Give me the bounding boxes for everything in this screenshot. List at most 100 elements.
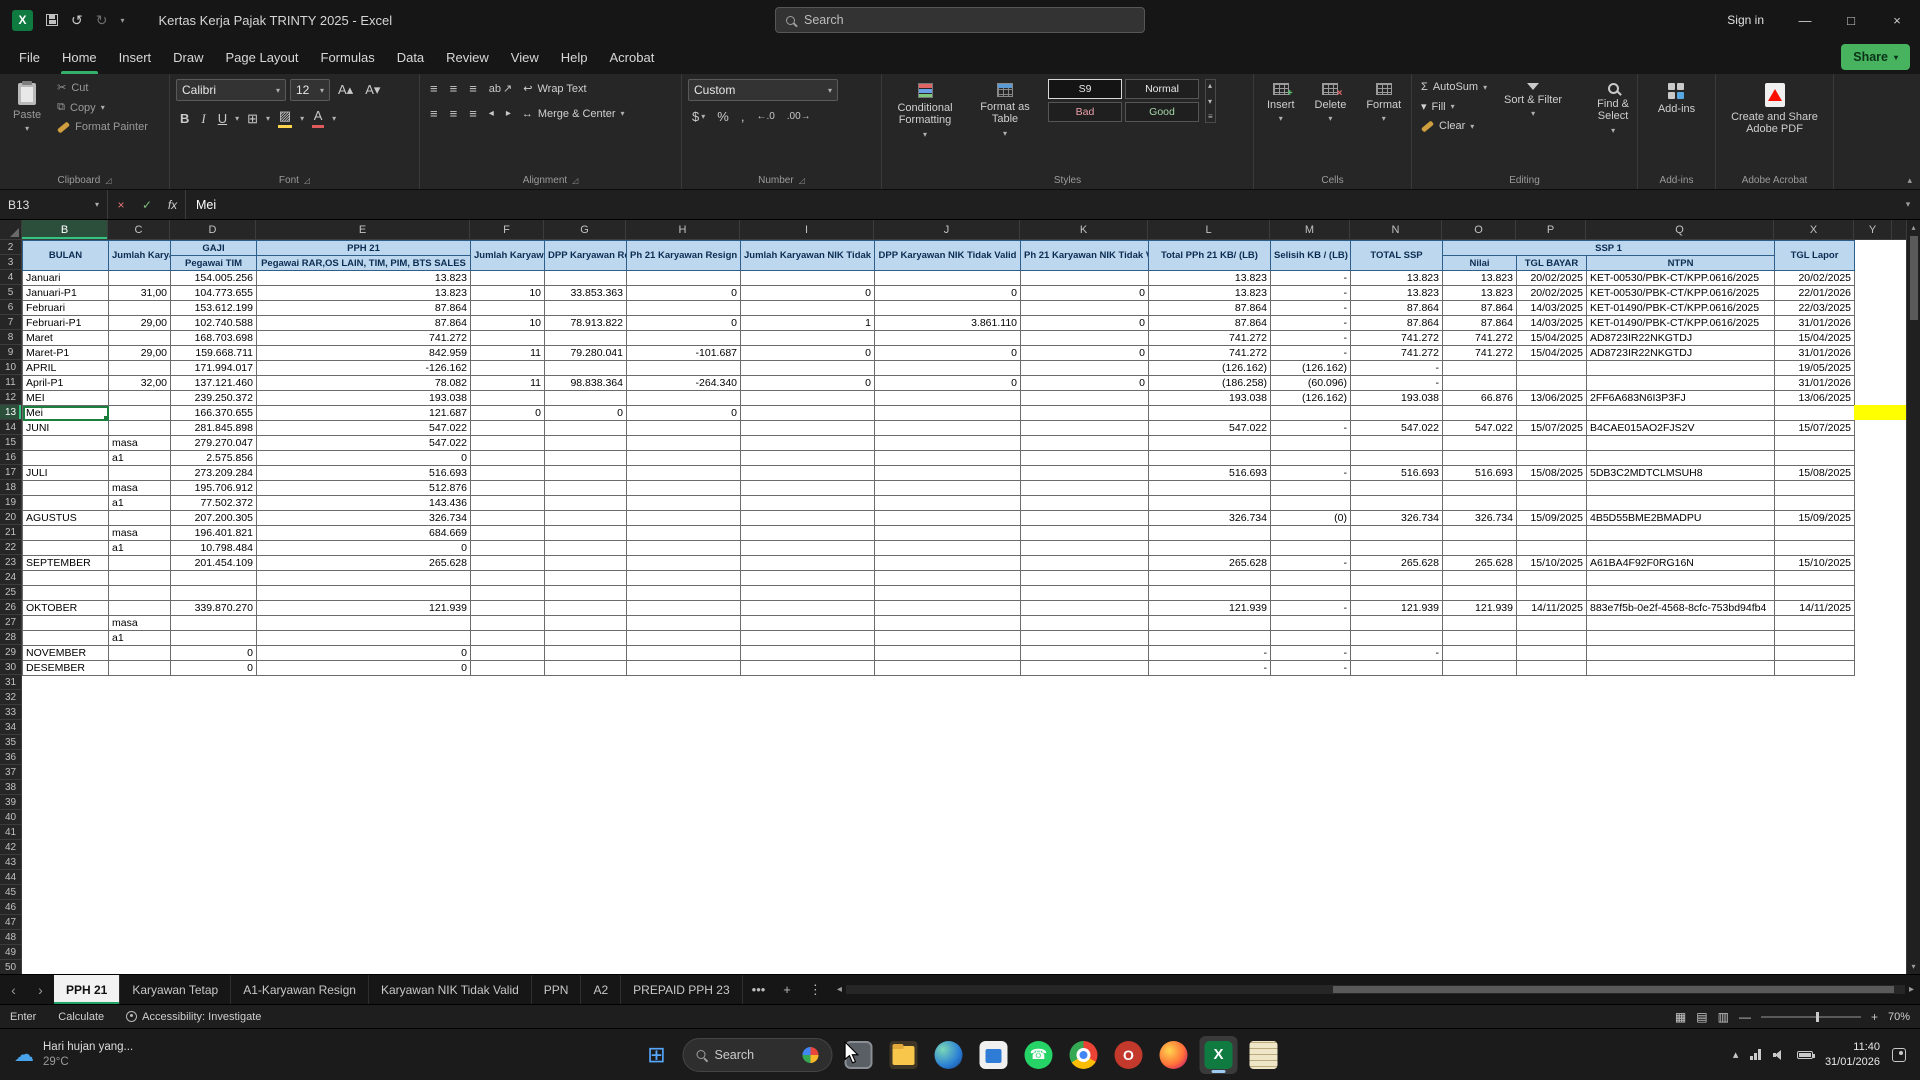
- increase-font-button[interactable]: A▴: [334, 80, 357, 100]
- cell-O21[interactable]: [1442, 525, 1517, 541]
- column-header-M[interactable]: M: [1270, 220, 1350, 239]
- borders-button[interactable]: ⊞: [243, 109, 262, 129]
- cell-N23[interactable]: 265.628: [1350, 555, 1443, 571]
- cell-G11[interactable]: 98.838.364: [544, 375, 627, 391]
- cell-F29[interactable]: [470, 645, 545, 661]
- cell-L6[interactable]: 87.864: [1148, 300, 1271, 316]
- cell-H5[interactable]: 0: [626, 285, 741, 301]
- page-layout-view-icon[interactable]: ▤: [1696, 1010, 1707, 1024]
- cell-P20[interactable]: 15/09/2025: [1516, 510, 1587, 526]
- cell-Q21[interactable]: [1585, 525, 1776, 541]
- row-header-39[interactable]: 39: [0, 795, 22, 810]
- borders-dropdown-icon[interactable]: ▾: [266, 114, 270, 123]
- cell-C11[interactable]: 32,00: [108, 375, 171, 391]
- cell-I19[interactable]: [740, 495, 875, 511]
- cell-B4[interactable]: Januari: [22, 270, 109, 286]
- cell-G28[interactable]: [544, 630, 627, 646]
- row-header-17[interactable]: 17: [0, 465, 22, 480]
- cell-D25[interactable]: [170, 585, 257, 601]
- cell-D15[interactable]: 279.270.047: [170, 435, 257, 451]
- cell-L5[interactable]: 13.823: [1148, 285, 1271, 301]
- cell-N11[interactable]: -: [1350, 375, 1443, 391]
- cell-Q16[interactable]: [1585, 450, 1776, 466]
- column-header-E[interactable]: E: [256, 220, 470, 239]
- cell-P28[interactable]: [1516, 630, 1587, 646]
- cell-N14[interactable]: 547.022: [1350, 420, 1443, 436]
- zoom-level[interactable]: 70%: [1888, 1011, 1910, 1023]
- cell-L18[interactable]: [1148, 480, 1271, 496]
- cell-Q30[interactable]: [1585, 660, 1776, 676]
- cell-K15[interactable]: [1020, 435, 1149, 451]
- cell-E28[interactable]: [256, 630, 471, 646]
- cell-I15[interactable]: [740, 435, 875, 451]
- cell-P14[interactable]: 15/07/2025: [1516, 420, 1587, 436]
- cell-X5[interactable]: 22/01/2026: [1774, 285, 1856, 301]
- cell-L8[interactable]: 741.272: [1148, 330, 1271, 346]
- cell-K8[interactable]: [1020, 330, 1149, 346]
- cell-Q29[interactable]: [1585, 645, 1776, 661]
- taskbar-icon-notepad[interactable]: [1245, 1036, 1283, 1074]
- cell-K23[interactable]: [1020, 555, 1149, 571]
- cell-K19[interactable]: [1020, 495, 1149, 511]
- cell-N8[interactable]: 741.272: [1350, 330, 1443, 346]
- cell-G22[interactable]: [544, 540, 627, 556]
- cell-Q18[interactable]: [1585, 480, 1776, 496]
- volume-icon[interactable]: [1772, 1049, 1785, 1060]
- excel-app-icon[interactable]: X: [12, 9, 33, 31]
- cell-D9[interactable]: 159.668.711: [170, 345, 257, 361]
- scroll-left-icon[interactable]: ◂: [837, 984, 842, 995]
- cell-P6[interactable]: 14/03/2025: [1516, 300, 1587, 316]
- cell-B23[interactable]: SEPTEMBER: [22, 555, 109, 571]
- cell-X22[interactable]: [1774, 540, 1856, 556]
- cell-B25[interactable]: [22, 585, 109, 601]
- sheet-tab-pph-21[interactable]: PPH 21: [54, 975, 121, 1004]
- format-as-table-button[interactable]: Format as Table ▾: [968, 79, 1042, 143]
- sheet-tab-ppn[interactable]: PPN: [532, 975, 582, 1004]
- table-header-nilai[interactable]: Nilai: [1442, 255, 1517, 271]
- table-header-dpp-karyawan-nik-tidak-valid[interactable]: DPP Karyawan NIK Tidak Valid: [874, 240, 1021, 271]
- cell-O30[interactable]: [1442, 660, 1517, 676]
- cell-F13[interactable]: 0: [470, 405, 545, 421]
- selected-cell-B13[interactable]: Mei: [22, 405, 109, 421]
- cell-J26[interactable]: [874, 600, 1021, 616]
- cell-L7[interactable]: 87.864: [1148, 315, 1271, 331]
- cell-P19[interactable]: [1516, 495, 1587, 511]
- cell-style-s9[interactable]: S9: [1048, 79, 1122, 99]
- cell-N28[interactable]: [1350, 630, 1443, 646]
- cell-F5[interactable]: 10: [470, 285, 545, 301]
- cell-E6[interactable]: 87.864: [256, 300, 471, 316]
- cell-L10[interactable]: (126.162): [1148, 360, 1271, 376]
- cell-K26[interactable]: [1020, 600, 1149, 616]
- cell-F19[interactable]: [470, 495, 545, 511]
- cell-F15[interactable]: [470, 435, 545, 451]
- cell-P30[interactable]: [1516, 660, 1587, 676]
- battery-icon[interactable]: [1796, 1050, 1815, 1059]
- row-header-29[interactable]: 29: [0, 645, 22, 660]
- cell-M21[interactable]: [1270, 525, 1351, 541]
- table-header-bulan[interactable]: BULAN: [22, 240, 109, 271]
- cell-H7[interactable]: 0: [626, 315, 741, 331]
- cell-F12[interactable]: [470, 390, 545, 406]
- cell-F4[interactable]: [470, 270, 545, 286]
- cell-M8[interactable]: -: [1270, 330, 1351, 346]
- fill-color-button[interactable]: ▨: [274, 107, 296, 130]
- cell-E23[interactable]: 265.628: [256, 555, 471, 571]
- cell-F18[interactable]: [470, 480, 545, 496]
- cell-L26[interactable]: 121.939: [1148, 600, 1271, 616]
- cell-G4[interactable]: [544, 270, 627, 286]
- cell-F26[interactable]: [470, 600, 545, 616]
- cell-G19[interactable]: [544, 495, 627, 511]
- cell-O28[interactable]: [1442, 630, 1517, 646]
- cell-K5[interactable]: 0: [1020, 285, 1149, 301]
- cell-X27[interactable]: [1774, 615, 1856, 631]
- cell-E13[interactable]: 121.687: [256, 405, 471, 421]
- row-header-37[interactable]: 37: [0, 765, 22, 780]
- cell-P26[interactable]: 14/11/2025: [1516, 600, 1587, 616]
- increase-decimal-button[interactable]: ←.0: [752, 109, 778, 124]
- cell-D14[interactable]: 281.845.898: [170, 420, 257, 436]
- next-sheet-icon[interactable]: ›: [38, 982, 43, 998]
- row-header-24[interactable]: 24: [0, 570, 22, 585]
- row-header-27[interactable]: 27: [0, 615, 22, 630]
- row-header-31[interactable]: 31: [0, 675, 22, 690]
- cell-P27[interactable]: [1516, 615, 1587, 631]
